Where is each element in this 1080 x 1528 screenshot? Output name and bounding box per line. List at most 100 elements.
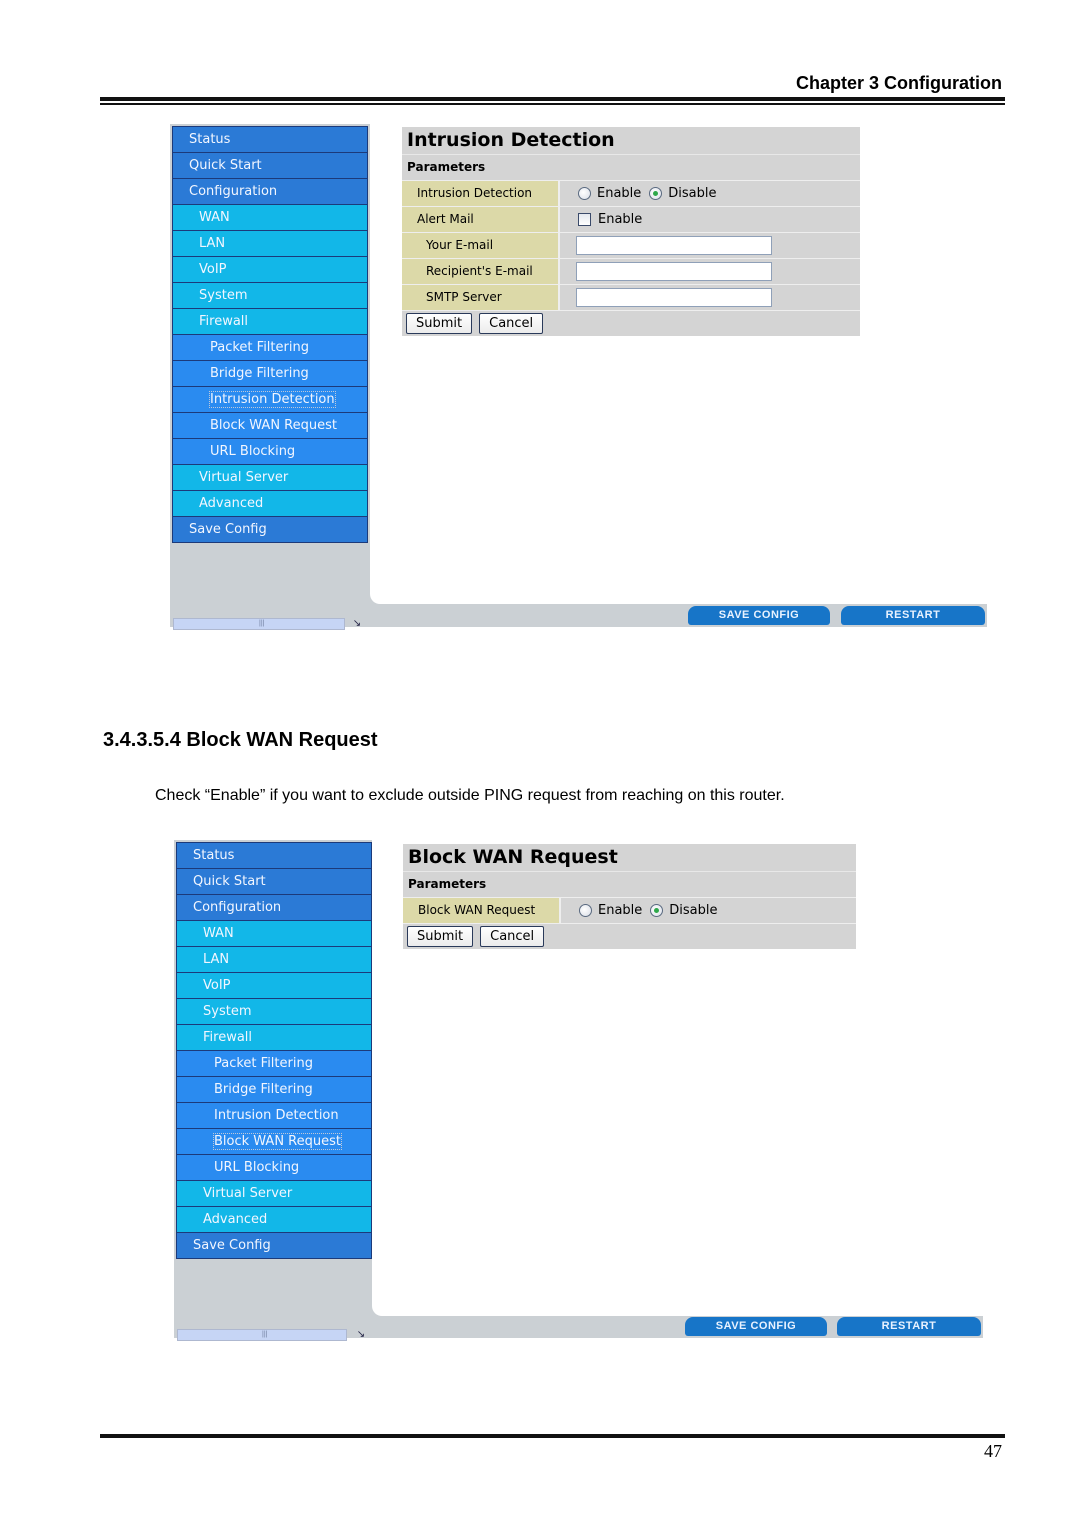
sidebar-item-intrusion-detection[interactable]: Intrusion Detection: [176, 1103, 372, 1129]
sidebar-item-url-blocking[interactable]: URL Blocking: [176, 1155, 372, 1181]
sidebar-item-label: Block WAN Request: [213, 1133, 342, 1150]
sidebar-item-label: Intrusion Detection: [214, 1108, 339, 1123]
sidebar-item-block-wan-request[interactable]: Block WAN Request: [172, 413, 368, 439]
intrusion-disable-radio[interactable]: [649, 187, 663, 200]
sidebar-item-label: Bridge Filtering: [214, 1082, 313, 1097]
sidebar-item-block-wan-request[interactable]: Block WAN Request: [176, 1129, 372, 1155]
save-config-button[interactable]: SAVE CONFIG: [685, 1317, 827, 1336]
sidebar-item-label: Configuration: [189, 184, 278, 199]
sidebar-item-bridge-filtering[interactable]: Bridge Filtering: [176, 1077, 372, 1103]
sidebar-item-label: Packet Filtering: [210, 340, 309, 355]
sidebar-item-save-config[interactable]: Save Config: [176, 1233, 372, 1259]
sidebar-item-label: Quick Start: [189, 158, 262, 173]
sidebar-item-intrusion-detection[interactable]: Intrusion Detection: [172, 387, 368, 413]
scrollbar-grip: |||: [262, 1331, 268, 1338]
sidebar-item-label: Configuration: [193, 900, 282, 915]
sidebar-item-label: Status: [193, 848, 235, 863]
sidebar-item-label: Firewall: [199, 314, 249, 329]
sidebar-item-label: Save Config: [193, 1238, 271, 1253]
sidebar-item-status[interactable]: Status: [176, 842, 372, 869]
sidebar-item-packet-filtering[interactable]: Packet Filtering: [176, 1051, 372, 1077]
sidebar-item-voip[interactable]: VoIP: [172, 257, 368, 283]
sidebar-item-wan[interactable]: WAN: [176, 921, 372, 947]
sidebar-item-label: WAN: [199, 210, 230, 225]
sidebar-item-configuration[interactable]: Configuration: [172, 179, 368, 205]
intrusion-detection-panel: Intrusion Detection Parameters Intrusion…: [402, 127, 860, 336]
block-wan-enable-radio[interactable]: [579, 904, 592, 917]
sidebar-item-system[interactable]: System: [176, 999, 372, 1025]
sidebar-item-virtual-server[interactable]: Virtual Server: [172, 465, 368, 491]
alert-mail-label: Alert Mail: [402, 207, 560, 232]
sidebar-item-voip[interactable]: VoIP: [176, 973, 372, 999]
enable-label: Enable: [597, 186, 642, 201]
sidebar-item-label: Block WAN Request: [210, 418, 337, 433]
resize-icon: ↘: [356, 1329, 366, 1340]
screenshot-block-wan-request: Status Quick Start Configuration WAN LAN VoIP…: [174, 840, 983, 1341]
sidebar-item-label: Bridge Filtering: [210, 366, 309, 381]
block-wan-request-label: Block WAN Request: [403, 898, 561, 923]
enable-label: Enable: [598, 903, 643, 918]
sidebar-item-url-blocking[interactable]: URL Blocking: [172, 439, 368, 465]
sidebar-item-virtual-server[interactable]: Virtual Server: [176, 1181, 372, 1207]
intrusion-detection-row: Intrusion Detection Enable Disable: [402, 181, 860, 207]
section-body: Check “Enable” if you want to exclude ou…: [155, 787, 785, 804]
sidebar-item-status[interactable]: Status: [172, 126, 368, 153]
sidebar-item-system[interactable]: System: [172, 283, 368, 309]
sidebar-item-save-config[interactable]: Save Config: [172, 517, 368, 543]
recipient-email-label: Recipient's E-mail: [402, 259, 560, 284]
your-email-label: Your E-mail: [402, 233, 560, 258]
sidebar-item-firewall[interactable]: Firewall: [172, 309, 368, 335]
alert-mail-enable-label: Enable: [598, 212, 643, 227]
sidebar-item-label: URL Blocking: [210, 444, 296, 459]
sidebar-item-label: Quick Start: [193, 874, 266, 889]
smtp-server-input[interactable]: [576, 288, 772, 307]
your-email-input[interactable]: [576, 236, 772, 255]
sidebar-item-wan[interactable]: WAN: [172, 205, 368, 231]
disable-label: Disable: [668, 186, 717, 201]
horizontal-scrollbar[interactable]: |||: [173, 618, 345, 630]
header-rule: [100, 97, 1005, 101]
save-config-button[interactable]: SAVE CONFIG: [688, 606, 830, 625]
sidebar-item-quick-start[interactable]: Quick Start: [172, 153, 368, 179]
submit-button[interactable]: Submit: [407, 926, 474, 947]
alert-mail-row: Alert Mail Enable: [402, 207, 860, 233]
cancel-button[interactable]: Cancel: [479, 313, 544, 334]
panel-title: Block WAN Request: [403, 844, 856, 872]
resize-icon: ↘: [352, 618, 362, 629]
smtp-server-row: SMTP Server: [402, 285, 860, 311]
screenshot-intrusion-detection: Status Quick Start Configuration WAN LAN VoIP…: [170, 124, 987, 630]
alert-mail-checkbox[interactable]: [578, 213, 591, 226]
sidebar-item-advanced[interactable]: Advanced: [176, 1207, 372, 1233]
sidebar-item-lan[interactable]: LAN: [176, 947, 372, 973]
submit-button[interactable]: Submit: [406, 313, 473, 334]
intrusion-enable-radio[interactable]: [578, 187, 591, 200]
sidebar-item-label: VoIP: [199, 262, 227, 277]
sidebar-item-label: Intrusion Detection: [209, 391, 336, 408]
block-wan-request-row: Block WAN Request Enable Disable: [403, 898, 856, 924]
sidebar-item-advanced[interactable]: Advanced: [172, 491, 368, 517]
intrusion-detection-label: Intrusion Detection: [402, 181, 560, 206]
smtp-server-label: SMTP Server: [402, 285, 560, 310]
disable-label: Disable: [669, 903, 718, 918]
recipient-email-input[interactable]: [576, 262, 772, 281]
sidebar-item-label: Virtual Server: [203, 1186, 293, 1201]
header-rule-thin: [100, 103, 1005, 105]
restart-button[interactable]: RESTART: [841, 606, 985, 625]
sidebar-item-label: Virtual Server: [199, 470, 289, 485]
cancel-button[interactable]: Cancel: [480, 926, 545, 947]
sidebar-item-label: Packet Filtering: [214, 1056, 313, 1071]
panel-subtitle: Parameters: [403, 872, 856, 898]
sidebar-item-label: System: [199, 288, 248, 303]
sidebar-item-firewall[interactable]: Firewall: [176, 1025, 372, 1051]
recipient-email-row: Recipient's E-mail: [402, 259, 860, 285]
sidebar-item-bridge-filtering[interactable]: Bridge Filtering: [172, 361, 368, 387]
horizontal-scrollbar[interactable]: |||: [177, 1329, 347, 1341]
scrollbar-grip: |||: [259, 620, 265, 627]
block-wan-disable-radio[interactable]: [650, 904, 664, 917]
sidebar-nav: Status Quick Start Configuration WAN LAN VoIP…: [172, 126, 368, 543]
sidebar-item-configuration[interactable]: Configuration: [176, 895, 372, 921]
sidebar-item-quick-start[interactable]: Quick Start: [176, 869, 372, 895]
sidebar-item-packet-filtering[interactable]: Packet Filtering: [172, 335, 368, 361]
restart-button[interactable]: RESTART: [837, 1317, 981, 1336]
sidebar-item-lan[interactable]: LAN: [172, 231, 368, 257]
